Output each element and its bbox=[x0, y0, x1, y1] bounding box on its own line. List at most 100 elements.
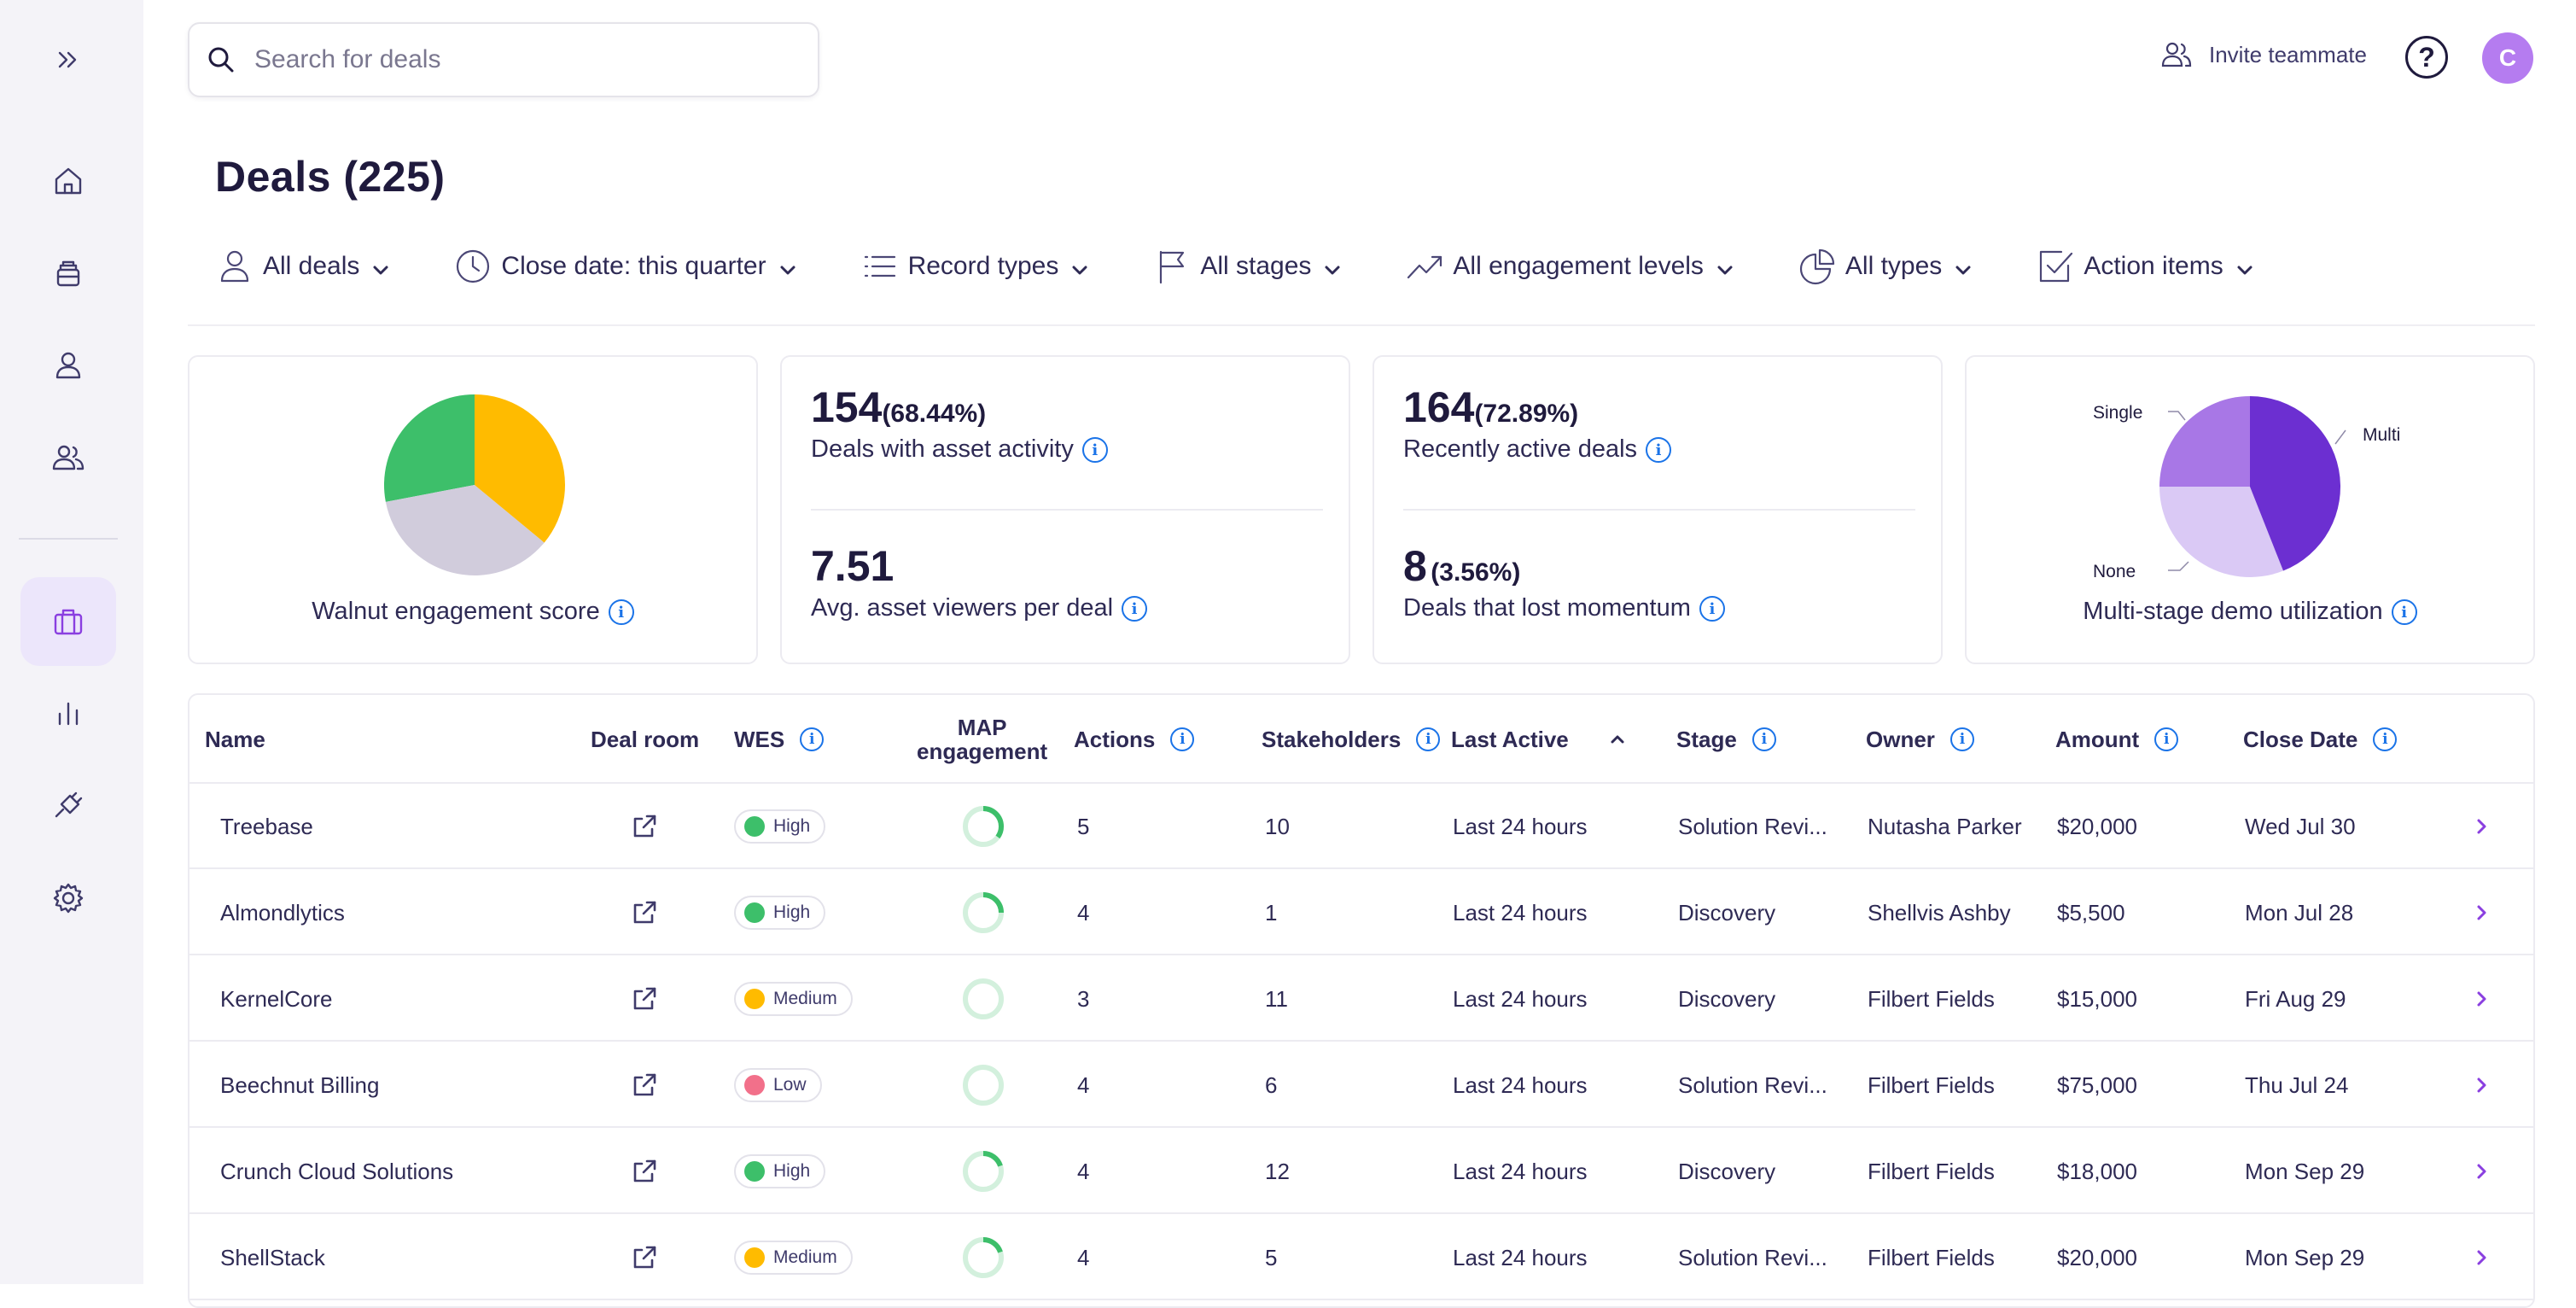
filter-types[interactable]: All types bbox=[1798, 247, 1973, 286]
nav-contacts[interactable] bbox=[20, 321, 116, 410]
close-date: Thu Jul 24 bbox=[2245, 1072, 2349, 1098]
nav-deals[interactable] bbox=[20, 577, 116, 666]
deal-room-link[interactable] bbox=[630, 956, 659, 1042]
pie-slice-2[interactable] bbox=[384, 394, 475, 502]
checkbox-icon bbox=[2040, 250, 2073, 283]
column-header-amount[interactable]: Amount i bbox=[2055, 714, 2179, 765]
open-deal-button[interactable] bbox=[2472, 870, 2491, 955]
deal-room-link[interactable] bbox=[630, 1129, 659, 1214]
expand-sidebar-button[interactable] bbox=[20, 15, 116, 104]
actions-count: 4 bbox=[1077, 1158, 1090, 1184]
open-deal-button[interactable] bbox=[2472, 1042, 2491, 1128]
asset-activity-card[interactable]: 154(68.44%) Deals with asset activity i 7… bbox=[780, 355, 1350, 664]
map-engagement-cell bbox=[961, 1129, 1005, 1214]
filter-label: Record types bbox=[907, 252, 1059, 280]
nav-teams[interactable] bbox=[20, 413, 116, 502]
deal-room-link[interactable] bbox=[630, 870, 659, 955]
info-icon[interactable]: i bbox=[1170, 727, 1195, 751]
column-header-actions[interactable]: Actions i bbox=[1074, 714, 1195, 765]
info-icon[interactable]: i bbox=[800, 727, 825, 751]
info-icon[interactable]: i bbox=[2154, 727, 2179, 751]
deal-room-link[interactable] bbox=[630, 1215, 659, 1300]
filter-close-date[interactable]: Close date: this quarter bbox=[453, 247, 796, 286]
engagement-score-card[interactable]: Walnut engagement score i bbox=[188, 355, 758, 664]
invite-teammate-button[interactable]: Invite teammate bbox=[2159, 38, 2367, 72]
column-header-owner[interactable]: Owner i bbox=[1866, 714, 1974, 765]
stat-label: Avg. asset viewers per deal i bbox=[811, 594, 1148, 622]
pie-slice-single[interactable] bbox=[2159, 396, 2250, 487]
deal-room-link[interactable] bbox=[630, 1042, 659, 1128]
deal-name[interactable]: KernelCore bbox=[220, 956, 333, 1042]
deal-room-link[interactable] bbox=[630, 784, 659, 869]
filter-action-items[interactable]: Action items bbox=[2036, 247, 2253, 286]
nav-home[interactable] bbox=[20, 137, 116, 225]
header-text: Owner bbox=[1866, 726, 1935, 752]
filter-all-deals[interactable]: All deals bbox=[215, 247, 390, 286]
chevron-down-icon bbox=[1325, 266, 1340, 275]
table-row[interactable]: ShellStack Medium 4 5 Last 24 hours Solution … bbox=[189, 1215, 2533, 1300]
table-row[interactable]: Treebase High 5 10 Last 24 hours Solution Rev… bbox=[189, 784, 2533, 869]
wes-cell: High bbox=[734, 870, 826, 955]
nav-boxes[interactable] bbox=[20, 229, 116, 318]
wes-badge-text: Medium bbox=[773, 1247, 837, 1267]
stat-label: Deals that lost momentum i bbox=[1403, 594, 1725, 622]
open-deal-button[interactable] bbox=[2472, 1129, 2491, 1214]
open-deal-button[interactable] bbox=[2472, 956, 2491, 1042]
info-icon[interactable]: i bbox=[1646, 437, 1672, 464]
table-row[interactable]: Beechnut Billing Low 4 6 Last 24 hours Soluti… bbox=[189, 1042, 2533, 1128]
stat-percent: (3.56%) bbox=[1431, 558, 1521, 587]
table-row[interactable]: Crunch Cloud Solutions High 4 12 Last 24 hou… bbox=[189, 1129, 2533, 1214]
column-header-last-active[interactable]: Last Active bbox=[1451, 714, 1627, 765]
info-icon[interactable]: i bbox=[1122, 596, 1148, 622]
column-header-stakeholders[interactable]: Stakeholders i bbox=[1262, 714, 1441, 765]
chevron-down-icon bbox=[1072, 266, 1087, 275]
nav-settings[interactable] bbox=[20, 854, 116, 943]
search-bar[interactable] bbox=[188, 22, 819, 97]
demo-caption-text: Multi-stage demo utilization bbox=[2083, 598, 2383, 625]
deal-name[interactable]: Beechnut Billing bbox=[220, 1042, 379, 1128]
home-icon bbox=[55, 167, 82, 195]
nav-integrations[interactable] bbox=[20, 762, 116, 850]
info-icon[interactable]: i bbox=[1949, 727, 1974, 751]
info-icon[interactable]: i bbox=[608, 599, 634, 626]
map-progress-ring bbox=[963, 1151, 1004, 1192]
avatar[interactable]: C bbox=[2482, 32, 2533, 84]
help-button[interactable]: ? bbox=[2405, 36, 2448, 79]
filter-engagement-levels[interactable]: All engagement levels bbox=[1405, 247, 1734, 286]
column-header-map-engagement[interactable]: MAP engagement bbox=[917, 714, 1047, 765]
stakeholders-count: 10 bbox=[1265, 813, 1290, 839]
deal-name[interactable]: Crunch Cloud Solutions bbox=[220, 1129, 453, 1214]
filter-stages[interactable]: All stages bbox=[1152, 247, 1342, 286]
activity-card[interactable]: 164(72.89%) Recently active deals i 8 (3.… bbox=[1373, 355, 1943, 664]
open-deal-button[interactable] bbox=[2472, 1215, 2491, 1300]
wes-badge-text: High bbox=[773, 1161, 811, 1181]
info-icon[interactable]: i bbox=[1081, 437, 1108, 464]
search-input[interactable] bbox=[254, 45, 801, 74]
bar-chart-icon bbox=[58, 702, 79, 726]
header-text: Deal room bbox=[591, 726, 700, 752]
stakeholders-count: 1 bbox=[1265, 899, 1278, 926]
column-header-name[interactable]: Name bbox=[205, 714, 265, 765]
info-icon[interactable]: i bbox=[1699, 596, 1725, 622]
deal-name[interactable]: Almondlytics bbox=[220, 870, 345, 955]
filter-record-types[interactable]: Record types bbox=[860, 247, 1090, 286]
column-header-stage[interactable]: Stage i bbox=[1676, 714, 1776, 765]
map-progress-ring bbox=[963, 1065, 1004, 1106]
column-header-close-date[interactable]: Close Date i bbox=[2243, 714, 2398, 765]
nav-analytics[interactable] bbox=[20, 669, 116, 758]
demo-utilization-card[interactable]: Single Multi None Multi-stage demo utili… bbox=[1965, 355, 2535, 664]
table-row[interactable]: Almondlytics High 4 1 Last 24 hours Discovery… bbox=[189, 870, 2533, 955]
column-header-wes[interactable]: WES i bbox=[734, 714, 825, 765]
info-icon[interactable]: i bbox=[2391, 599, 2417, 626]
info-icon[interactable]: i bbox=[2373, 727, 2398, 751]
chevron-right-icon bbox=[2477, 1250, 2486, 1265]
pie-leader-none bbox=[2168, 561, 2189, 571]
wes-badge: High bbox=[734, 1154, 826, 1188]
info-icon[interactable]: i bbox=[1751, 727, 1776, 751]
deal-name[interactable]: ShellStack bbox=[220, 1215, 325, 1300]
info-icon[interactable]: i bbox=[1416, 727, 1441, 751]
column-header-deal-room[interactable]: Deal room bbox=[591, 714, 699, 765]
table-row[interactable]: KernelCore Medium 3 11 Last 24 hours Discover… bbox=[189, 956, 2533, 1042]
deal-name[interactable]: Treebase bbox=[220, 784, 313, 869]
open-deal-button[interactable] bbox=[2472, 784, 2491, 869]
